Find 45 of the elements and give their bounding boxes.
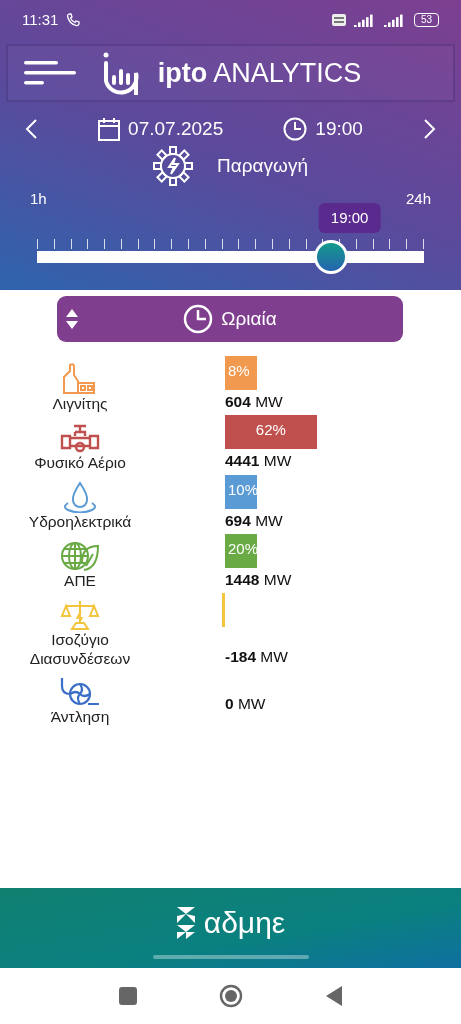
status-time: 11:31 [22,9,59,30]
slider-tooltip: 19:00 [318,202,381,233]
power-value: -184 MW [225,647,288,667]
share-bar: 8% [225,356,257,390]
source-label: ΑΠΕ [63,572,97,591]
power-value: 1448 MW [225,569,292,590]
home-button[interactable] [218,984,243,1008]
recents-button[interactable] [118,987,137,1005]
call-icon [66,13,81,27]
app-title: ipto ANALYTICS [157,56,362,90]
source-label: Υδροηλεκτρικά [27,513,133,532]
time-label[interactable]: 19:00 [315,114,363,144]
menu-icon[interactable] [24,60,76,86]
date-label[interactable]: 07.07.2025 [128,114,224,144]
clock-icon [283,117,308,141]
brand-logo-icon [175,905,196,940]
brand-name: αδμηε [203,905,286,941]
power-value: 4441 MW [225,451,293,472]
globe-leaf-icon [60,540,100,573]
source-label: Άντληση [49,708,111,727]
period-dropdown[interactable]: Ωριαία [57,296,403,342]
share-bar: 20% [225,533,257,568]
source-label: Λιγνίτης [51,394,109,414]
sort-icon [65,308,79,330]
power-value: 604 MW [225,392,283,412]
section-title: Παραγωγή [217,153,308,178]
gear-bolt-icon [153,146,194,186]
source-label: Φυσικό Αέριο [33,453,127,473]
signal-icon [383,13,406,27]
battery-indicator: 53 [413,13,439,27]
calendar-icon [98,117,121,141]
slider-min-label: 1h [30,189,47,209]
clock-icon [183,304,214,334]
share-bar: 62% [225,415,317,450]
scales-icon [60,599,100,632]
back-button[interactable] [324,985,343,1007]
power-value: 694 MW [225,510,283,531]
signal-icon [353,13,376,27]
share-bar: 10% [225,474,257,509]
chevron-right-icon[interactable] [422,118,437,140]
slider-max-label: 24h [405,189,431,209]
slider-thumb[interactable] [314,239,349,274]
chevron-left-icon[interactable] [24,118,38,140]
source-label: Ισοζύγιο Διασυνδέσεων [28,631,132,669]
power-value: 0 MW [225,693,266,714]
